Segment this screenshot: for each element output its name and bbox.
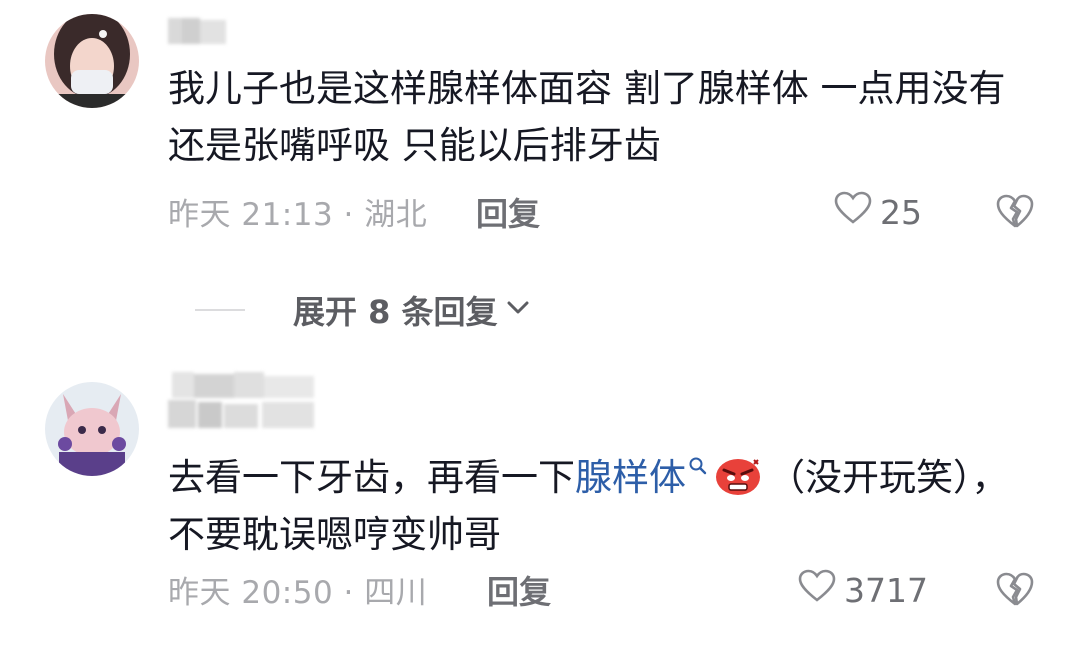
like-count: 3717 — [844, 570, 928, 610]
chevron-down-icon — [506, 300, 530, 320]
comment-text-part: 去看一下牙齿，再看一下 — [168, 456, 575, 499]
heart-outline-icon — [798, 569, 836, 611]
comment-meta: 昨天 20:50 · 四川 — [168, 575, 428, 611]
expand-replies[interactable]: 展开 8 条回复 — [195, 287, 530, 333]
like-button[interactable]: 25 — [834, 191, 922, 233]
divider — [195, 309, 245, 311]
comment-text: 去看一下牙齿，再看一下腺样体 （没开玩笑），不要耽误嗯哼变帅哥 — [168, 435, 1038, 563]
search-icon[interactable] — [688, 435, 708, 475]
like-count: 25 — [880, 192, 922, 232]
expand-replies-label: 展开 8 条回复 — [293, 293, 498, 331]
like-button[interactable]: 3717 — [798, 569, 928, 611]
broken-heart-icon — [996, 572, 1034, 606]
heart-outline-icon — [834, 191, 872, 233]
avatar[interactable] — [45, 14, 139, 108]
keyword-link[interactable]: 腺样体 — [575, 456, 686, 499]
broken-heart-icon — [996, 194, 1034, 228]
username-redacted — [168, 372, 318, 428]
reply-button[interactable]: 回复 — [476, 189, 540, 235]
angry-face-emoji — [714, 455, 762, 495]
reply-button[interactable]: 回复 — [487, 567, 551, 613]
comment-text: 我儿子也是这样腺样体面容 割了腺样体 一点用没有 还是张嘴呼吸 只能以后排牙齿 — [168, 67, 1006, 167]
avatar[interactable] — [45, 382, 139, 476]
dislike-button[interactable] — [996, 571, 1036, 611]
dislike-button[interactable] — [996, 193, 1036, 233]
comment-meta: 昨天 21:13 · 湖北 — [168, 197, 428, 233]
username-redacted — [168, 18, 228, 46]
